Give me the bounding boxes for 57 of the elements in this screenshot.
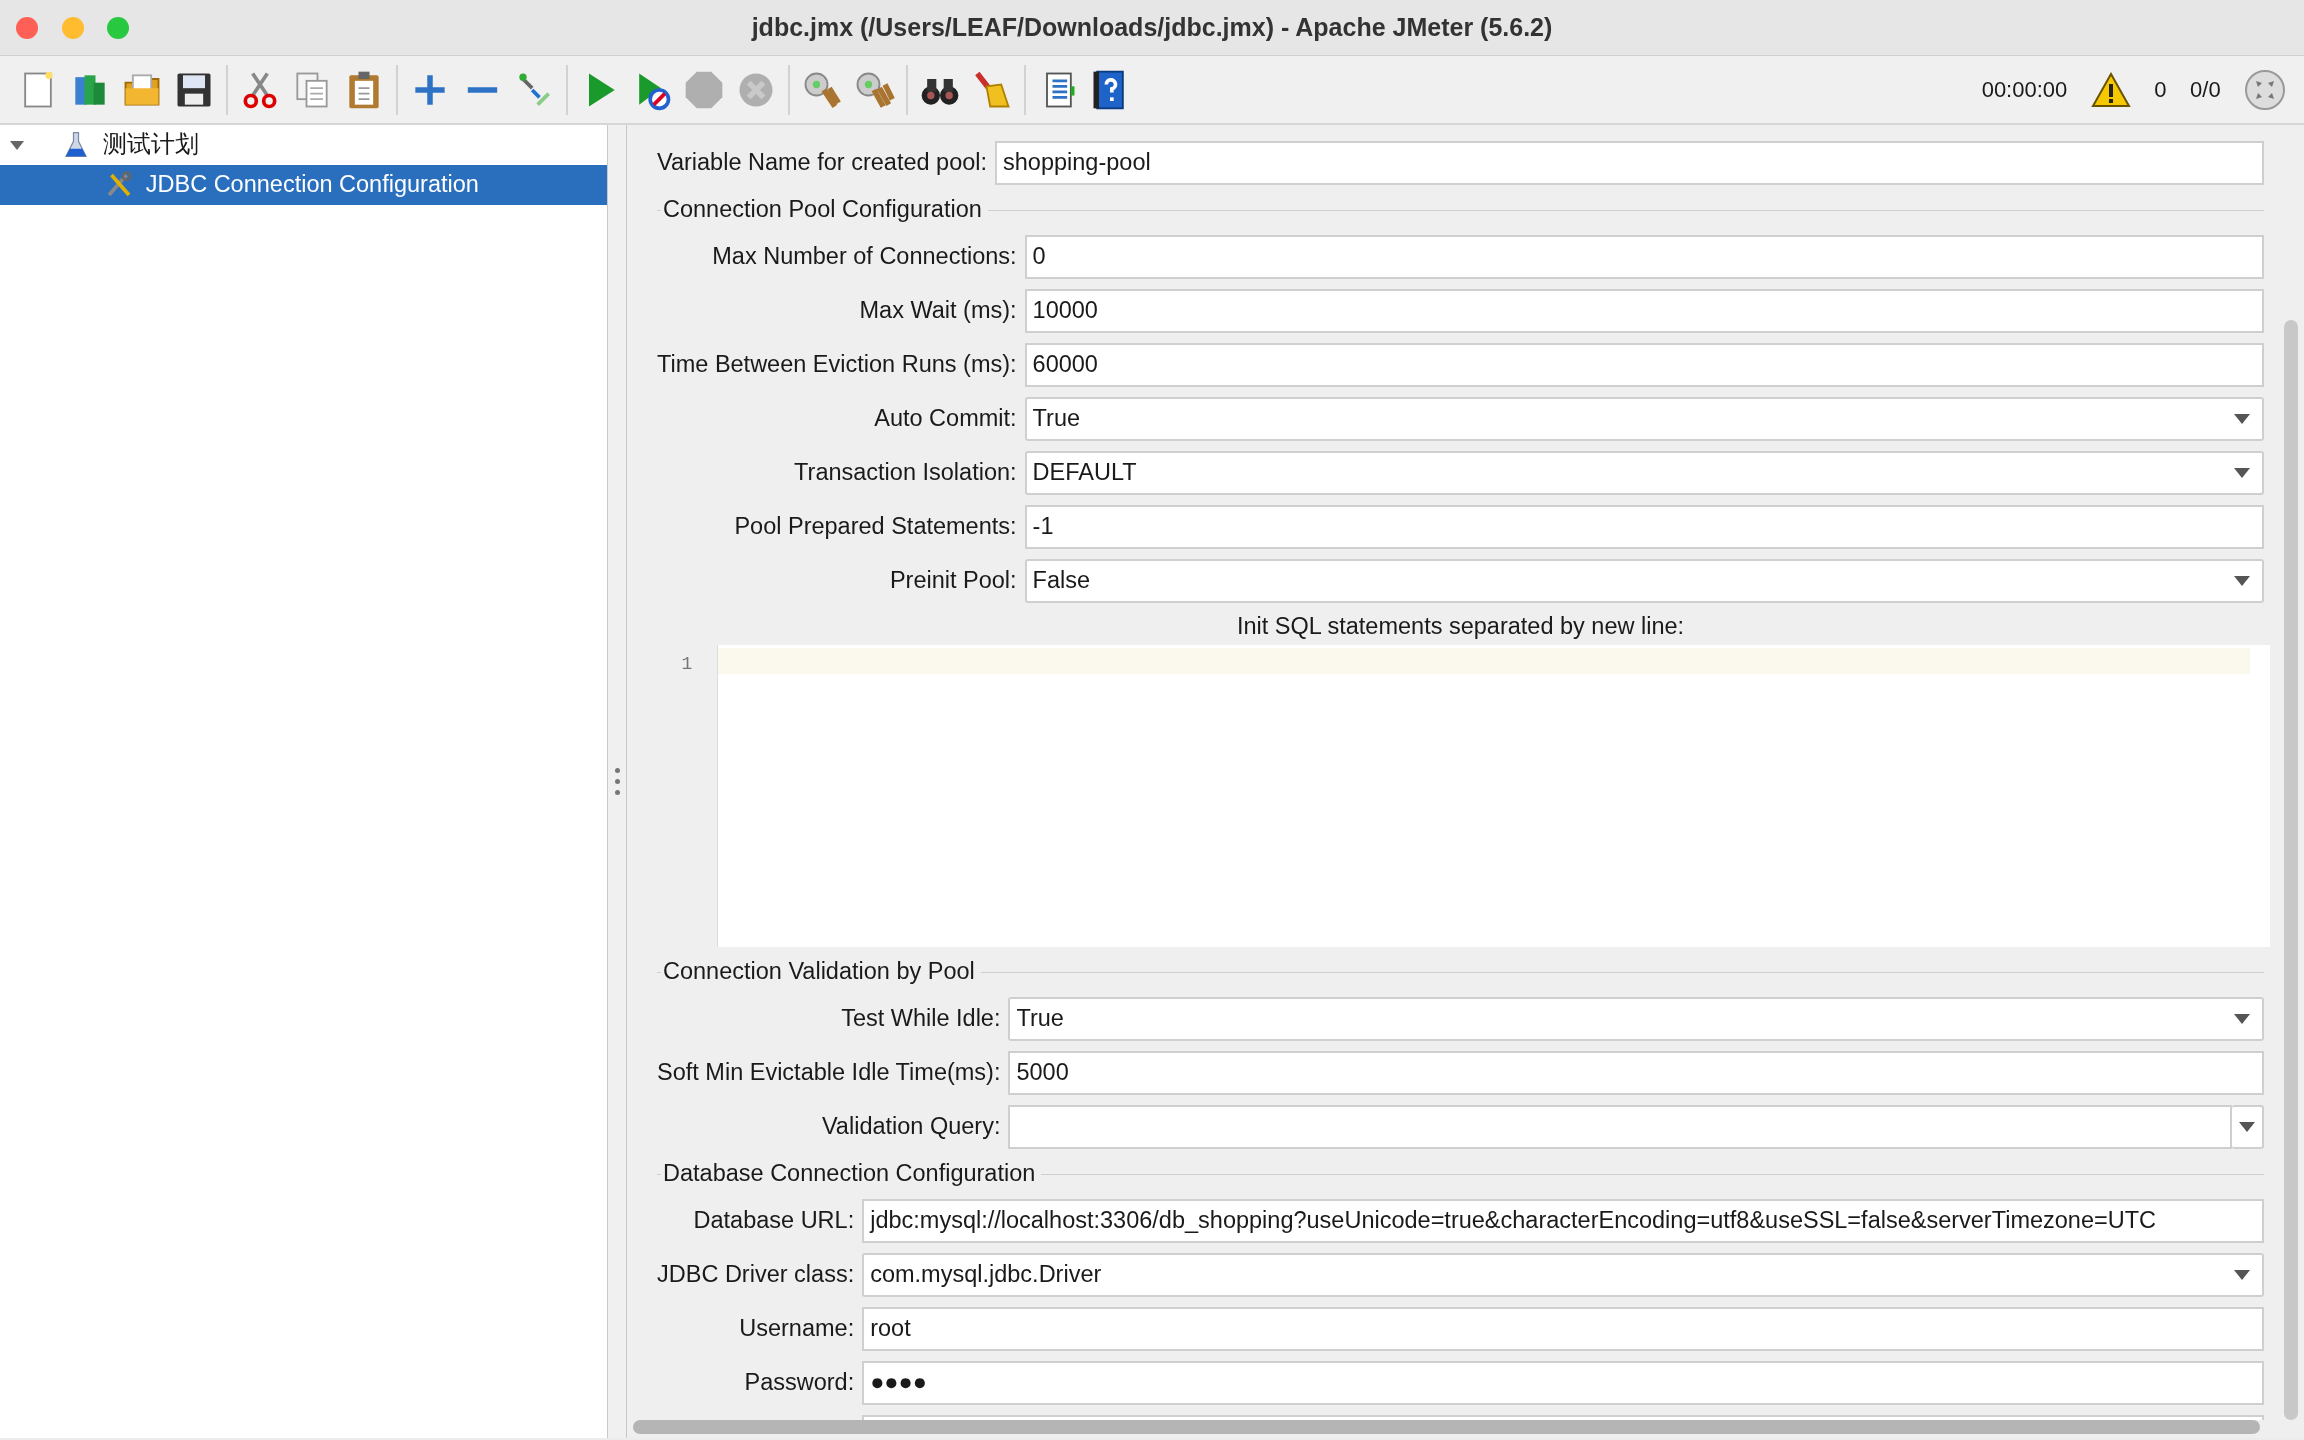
dropdown[interactable]: DEFAULT [1024,451,2264,495]
section-title: Connection Pool Configuration [663,195,982,225]
dropdown[interactable]: True [1024,397,2264,441]
field-label: Test While Idle: [840,1004,1001,1034]
warning-icon[interactable] [2090,71,2131,108]
minus-icon [465,85,499,94]
input-field[interactable]: 0 [1024,235,2264,279]
dropdown[interactable]: False [1024,559,2264,603]
dropdown[interactable]: com.mysql.jdbc.Driver [862,1253,2264,1297]
field-label: Pool Prepared Statements: [733,512,1017,542]
error-count: 0 [2154,76,2167,104]
field-label: Soft Min Evictable Idle Time(ms): [657,1058,1001,1088]
dropdown-caret-icon [2234,468,2250,478]
vertical-scrollbar[interactable] [2284,320,2298,1420]
input-field[interactable]: root [862,1307,2264,1351]
input-field[interactable]: shopping-pool [995,141,2264,185]
thread-count: 0/0 [2190,76,2221,104]
input-field[interactable]: -1 [1024,505,2264,549]
section-title: Database Connection Configuration [663,1159,1036,1189]
input-field[interactable]: 60000 [1024,343,2264,387]
dropdown-caret-icon [2234,414,2250,424]
tree-item[interactable]: 测试计划 [0,125,607,165]
remote-status-icon [2244,68,2287,111]
window-title: jdbc.jmx (/Users/LEAF/Downloads/jdbc.jmx) - Apache JMeter (5.6.2) [751,11,1553,43]
field-label: Validation Query: [820,1112,1001,1142]
field-label: Max Wait (ms): [858,296,1017,326]
input-field[interactable]: 5000 [1008,1051,2264,1095]
line-number: 1 [680,653,694,676]
dropdown[interactable]: True [1008,997,2264,1041]
field-label: Database URL: [692,1206,855,1236]
input-field[interactable]: 10000 [1024,289,2264,333]
tree-item[interactable]: JDBC Connection Configuration [0,165,607,205]
close-button[interactable] [16,17,38,39]
editor-label: Init SQL statements separated by new line: [1235,612,1686,639]
field-label: JDBC Driver class: [657,1260,855,1290]
field-label: Auto Commit: [873,404,1017,434]
field-label: Max Number of Connections: [711,242,1017,272]
field-label: Username: [738,1314,855,1344]
dropdown-caret-icon [2239,1122,2255,1132]
section-title: Connection Validation by Pool [663,957,975,987]
input-field[interactable]: jdbc:mysql://localhost:3306/db_shopping?useUnicode=true&characterEncoding=utf8&useSSL=false&serverTimezone=UTC [862,1199,2264,1243]
field-label: Transaction Isolation: [793,458,1017,488]
input-field[interactable]: ●●●● [862,1361,2264,1405]
splitter-handle[interactable] [608,125,626,1438]
field-label: Preinit Pool: [888,566,1017,596]
horizontal-scrollbar[interactable] [633,1420,2260,1434]
dropdown-caret-icon [2234,1270,2250,1280]
dropdown-caret-icon [2234,576,2250,586]
elapsed-time: 00:00:00 [1981,76,2068,104]
field-label: Password: [743,1368,855,1398]
input-field[interactable] [862,1415,2264,1420]
dropdown-caret-icon [2234,1014,2250,1024]
field-label: Time Between Eviction Runs (ms): [657,350,1017,380]
dropdown-button[interactable] [2232,1105,2264,1149]
combo-input-field[interactable] [1008,1105,2232,1149]
field-label: Variable Name for created pool: [657,148,988,178]
zoom-button[interactable] [107,17,129,39]
